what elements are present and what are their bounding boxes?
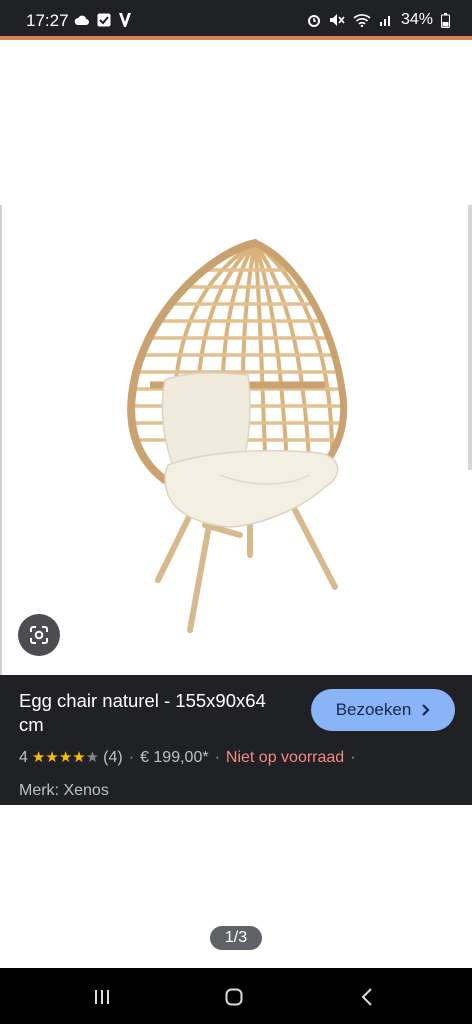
cloud-icon <box>74 15 89 25</box>
star-filled-icon: ★ <box>45 749 59 766</box>
star-empty-icon: ★ <box>85 749 100 766</box>
star-filled-icon: ★ <box>72 749 86 766</box>
chevron-right-icon <box>422 704 430 716</box>
product-title[interactable]: Egg chair naturel - 155x90x64 cm <box>19 689 279 737</box>
recent-apps-button[interactable] <box>87 985 117 1009</box>
status-right-icons: 34% <box>307 11 450 29</box>
price: € 199,00* <box>140 748 209 766</box>
rating-value: 4 <box>19 748 28 766</box>
stock-status: Niet op voorraad <box>225 748 345 766</box>
page-indicator: 1/3 <box>210 926 262 950</box>
image-left-edge <box>0 205 2 675</box>
meta-row: 4 ★★★★★ (4) · € 199,00* · Niet op voorra… <box>19 748 362 767</box>
status-time: 17:27 <box>26 11 69 30</box>
egg-chair-image <box>127 239 348 633</box>
star-filled-icon: ★ <box>58 749 73 766</box>
mute-icon <box>329 14 345 26</box>
status-left-icons <box>74 12 132 28</box>
lens-search-icon <box>30 626 48 644</box>
visit-button-label: Bezoeken <box>335 700 412 719</box>
visit-button[interactable]: Bezoeken <box>311 689 455 731</box>
recent-apps-icon <box>95 990 109 1004</box>
brand-label: Merk: Xenos <box>19 782 109 799</box>
separator-dot: · <box>214 748 220 766</box>
separator-dot: · <box>128 748 135 766</box>
system-nav-bar <box>0 968 472 1024</box>
home-icon <box>225 988 243 1006</box>
accent-divider <box>0 36 472 40</box>
rating-stars: ★★★★★ <box>32 748 99 767</box>
alarm-icon <box>307 15 320 27</box>
wifi-icon <box>353 14 371 27</box>
battery-icon <box>441 12 450 28</box>
result-info-panel: Egg chair naturel - 155x90x64 cm Bezoeke… <box>0 675 472 805</box>
star-filled-icon: ★ <box>31 749 46 766</box>
back-button[interactable] <box>352 985 382 1009</box>
separator-dot: · <box>350 748 356 766</box>
signal-icon <box>379 16 390 26</box>
google-lens-button[interactable] <box>18 614 60 656</box>
home-button[interactable] <box>219 985 249 1009</box>
v-app-icon <box>119 13 131 27</box>
status-bar: 17:27 34% <box>0 0 472 36</box>
check-box-icon <box>97 13 111 27</box>
battery-percent: 34% <box>400 11 433 28</box>
back-icon <box>361 988 372 1006</box>
review-count: (4) <box>103 748 123 766</box>
scrollbar-thumb[interactable] <box>468 205 472 470</box>
